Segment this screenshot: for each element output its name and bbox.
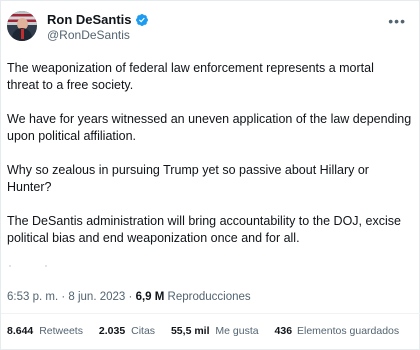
author-handle[interactable]: @RonDeSantis [47, 28, 149, 43]
avatar-tie [21, 29, 24, 39]
tweet-header: Ron DeSantis @RonDeSantis [7, 11, 149, 43]
tweet-paragraph: The weaponization of federal law enforce… [7, 61, 374, 92]
author-name[interactable]: Ron DeSantis [47, 12, 132, 27]
likes-count: 55,5 mil [170, 325, 210, 337]
tweet-paragraph: The DeSantis administration will bring a… [7, 214, 401, 245]
verified-icon [135, 13, 149, 27]
author-name-row[interactable]: Ron DeSantis [47, 12, 149, 27]
quotes-count: 2.035 [98, 325, 126, 337]
tweet-metadata: 6:53 p. m. · 8 jun. 2023 · 6,9 M Reprodu… [7, 290, 251, 304]
retweets-stat[interactable]: 8.644 Retweets [7, 325, 83, 338]
quotes-stat[interactable]: 2.035 Citas [99, 325, 155, 338]
tweet-date[interactable]: 8 jun. 2023 [68, 291, 125, 303]
engagement-stats: 8.644 Retweets 2.035 Citas 55,5 mil Me g… [7, 325, 399, 338]
tweet-paragraph: We have for years witnessed an uneven ap… [7, 112, 412, 143]
divider [1, 313, 420, 314]
tweet-body: The weaponization of federal law enforce… [7, 57, 413, 264]
saved-stat[interactable]: 436 Elementos guardados [275, 325, 400, 338]
meta-separator: · [128, 291, 133, 303]
retweets-label: Retweets [39, 325, 83, 337]
faint-separator [9, 265, 47, 267]
views-label: Reproducciones [167, 291, 251, 303]
saved-label: Elementos guardados [297, 325, 400, 337]
author-info[interactable]: Ron DeSantis @RonDeSantis [47, 12, 149, 43]
likes-label: Me gusta [215, 325, 259, 337]
saved-count: 436 [274, 325, 293, 337]
author-avatar[interactable] [7, 11, 37, 41]
more-horizontal-icon[interactable]: ••• [388, 14, 406, 28]
meta-separator: · [61, 291, 66, 303]
tweet-card: Ron DeSantis @RonDeSantis ••• The weapon… [0, 0, 420, 350]
retweets-count: 8.644 [7, 325, 34, 337]
quotes-label: Citas [131, 325, 156, 337]
views-count: 6,9 M [135, 291, 165, 303]
tweet-paragraph: Why so zealous in pursuing Trump yet so … [7, 163, 369, 194]
likes-stat[interactable]: 55,5 mil Me gusta [171, 325, 259, 338]
tweet-time[interactable]: 6:53 p. m. [7, 291, 58, 303]
